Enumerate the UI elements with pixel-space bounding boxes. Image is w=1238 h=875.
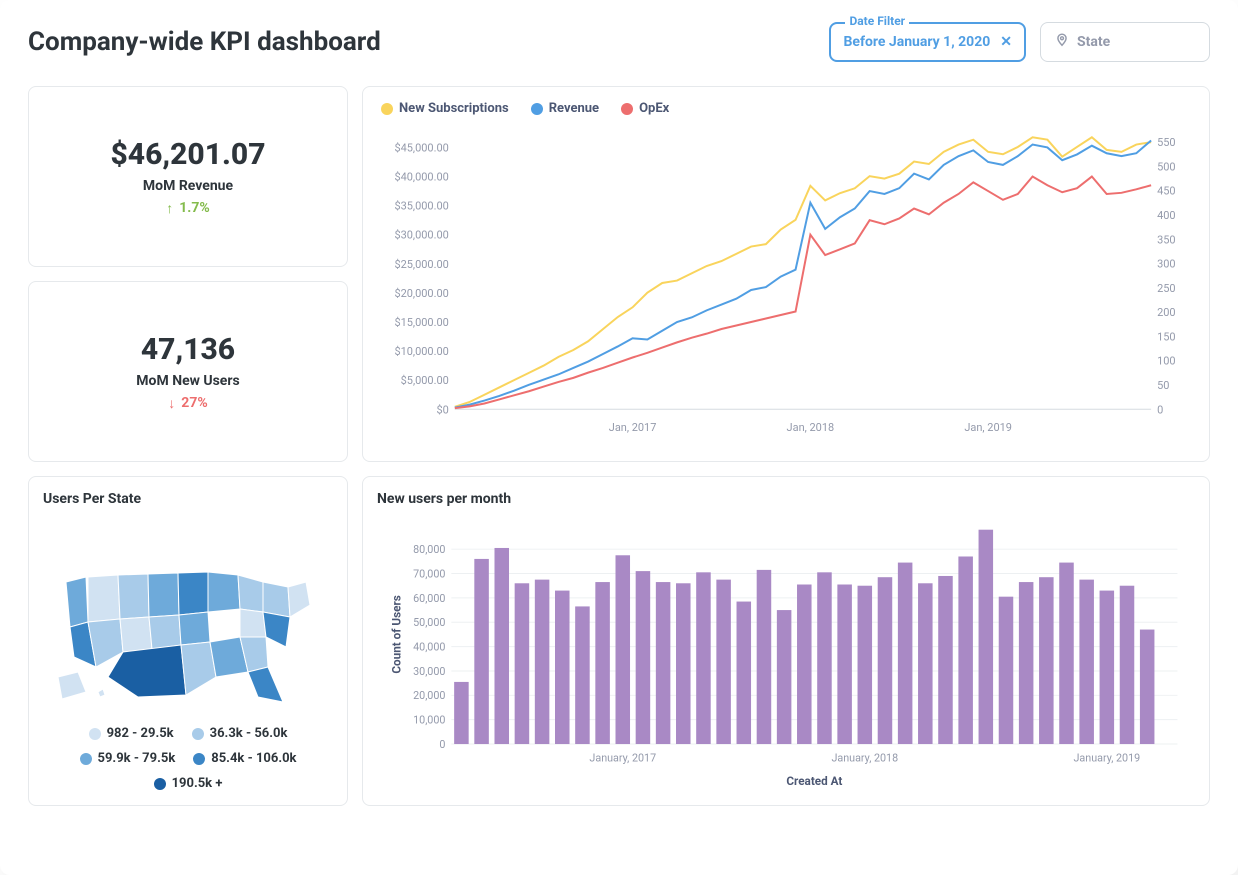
legend-dot-icon (621, 103, 633, 115)
svg-text:$25,000.00: $25,000.00 (394, 258, 448, 271)
svg-text:$0: $0 (436, 403, 448, 416)
svg-text:Jan, 2019: Jan, 2019 (964, 421, 1012, 434)
kpi-revenue-delta: ↑ 1.7% (166, 200, 209, 217)
svg-text:$45,000.00: $45,000.00 (394, 141, 448, 154)
map-legend-item: 190.5k + (154, 776, 223, 791)
svg-text:0: 0 (1157, 403, 1163, 416)
legend-dot-icon (80, 753, 92, 765)
svg-text:January, 2019: January, 2019 (1073, 752, 1140, 765)
legend-dot-icon (193, 753, 205, 765)
svg-text:$30,000.00: $30,000.00 (394, 229, 448, 242)
legend-item[interactable]: New Subscriptions (381, 101, 509, 116)
svg-text:150: 150 (1157, 330, 1176, 343)
svg-text:20,000: 20,000 (413, 689, 445, 702)
map-legend: 982 - 29.5k 36.3k - 56.0k 59.9k - 79.5k 85.… (43, 726, 333, 791)
svg-text:80,000: 80,000 (413, 543, 445, 556)
legend-item[interactable]: OpEx (621, 101, 669, 116)
kpi-revenue-label: MoM Revenue (143, 178, 233, 194)
pin-icon (1055, 33, 1069, 51)
bar-chart-title: New users per month (377, 491, 1195, 507)
map-title: Users Per State (43, 491, 333, 507)
svg-text:Created At: Created At (786, 774, 842, 788)
date-filter-value: Before January 1, 2020 (843, 34, 990, 50)
legend-dot-icon (154, 778, 166, 790)
kpi-users-delta: ↓ 27% (168, 395, 207, 412)
legend-item[interactable]: Revenue (531, 101, 599, 116)
svg-text:70,000: 70,000 (413, 567, 445, 580)
kpi-column: $46,201.07 MoM Revenue ↑ 1.7% 47,136 MoM… (28, 86, 348, 462)
svg-text:100: 100 (1157, 355, 1176, 368)
svg-text:400: 400 (1157, 209, 1176, 222)
arrow-up-icon: ↑ (166, 200, 173, 217)
legend-dot-icon (531, 103, 543, 115)
svg-text:Jan, 2018: Jan, 2018 (787, 421, 835, 434)
us-map (48, 527, 328, 707)
svg-text:350: 350 (1157, 233, 1176, 246)
svg-text:$20,000.00: $20,000.00 (394, 287, 448, 300)
svg-text:250: 250 (1157, 282, 1176, 295)
line-chart-card[interactable]: New Subscriptions Revenue OpEx $0 $5,000.00… (362, 86, 1210, 462)
svg-text:40,000: 40,000 (413, 641, 445, 654)
svg-text:10,000: 10,000 (413, 714, 445, 727)
svg-text:$5,000.00: $5,000.00 (401, 374, 449, 387)
state-filter[interactable]: State (1040, 22, 1210, 62)
map-legend-item: 36.3k - 56.0k (192, 726, 288, 741)
kpi-users-label: MoM New Users (136, 373, 239, 389)
svg-text:50: 50 (1157, 379, 1169, 392)
svg-text:450: 450 (1157, 185, 1176, 198)
svg-text:60,000: 60,000 (413, 592, 445, 605)
map-legend-item: 982 - 29.5k (89, 726, 174, 741)
page-title: Company-wide KPI dashboard (28, 27, 381, 57)
kpi-users-card[interactable]: 47,136 MoM New Users ↓ 27% (28, 281, 348, 462)
svg-text:January, 2018: January, 2018 (831, 752, 898, 765)
close-icon[interactable]: ✕ (1000, 34, 1012, 50)
svg-text:Count of Users: Count of Users (389, 595, 403, 674)
line-chart-legend: New Subscriptions Revenue OpEx (377, 101, 1195, 116)
map-legend-item: 85.4k - 106.0k (193, 751, 296, 766)
bar-chart: 0 10,000 20,000 30,000 40,000 50,000 60,000 70,… (377, 517, 1195, 791)
kpi-revenue-value: $46,201.07 (110, 137, 265, 172)
map-legend-item: 59.9k - 79.5k (80, 751, 176, 766)
line-chart: $0 $5,000.00 $10,000.00 $15,000.00 $20,000.0… (377, 120, 1195, 439)
date-filter-legend: Date Filter (845, 14, 909, 28)
legend-dot-icon (89, 728, 101, 740)
state-filter-placeholder: State (1077, 34, 1110, 50)
svg-text:50,000: 50,000 (413, 616, 445, 629)
svg-text:500: 500 (1157, 160, 1176, 173)
map-card[interactable]: Users Per State (28, 476, 348, 806)
arrow-down-icon: ↓ (168, 395, 175, 412)
legend-dot-icon (192, 728, 204, 740)
svg-text:30,000: 30,000 (413, 665, 445, 678)
legend-dot-icon (381, 103, 393, 115)
kpi-users-value: 47,136 (141, 332, 235, 367)
svg-text:200: 200 (1157, 306, 1176, 319)
kpi-revenue-card[interactable]: $46,201.07 MoM Revenue ↑ 1.7% (28, 86, 348, 267)
svg-text:January, 2017: January, 2017 (589, 752, 656, 765)
svg-text:Jan, 2017: Jan, 2017 (609, 421, 657, 434)
svg-text:$15,000.00: $15,000.00 (394, 316, 448, 329)
svg-text:300: 300 (1157, 258, 1176, 271)
svg-text:$40,000.00: $40,000.00 (394, 171, 448, 184)
bar-chart-card[interactable]: New users per month 0 10,000 20,000 30,000 4… (362, 476, 1210, 806)
svg-text:550: 550 (1157, 136, 1176, 149)
svg-text:$10,000.00: $10,000.00 (394, 345, 448, 358)
svg-text:0: 0 (439, 738, 445, 751)
date-filter[interactable]: Date Filter Before January 1, 2020 ✕ (829, 22, 1026, 62)
svg-text:$35,000.00: $35,000.00 (394, 200, 448, 213)
